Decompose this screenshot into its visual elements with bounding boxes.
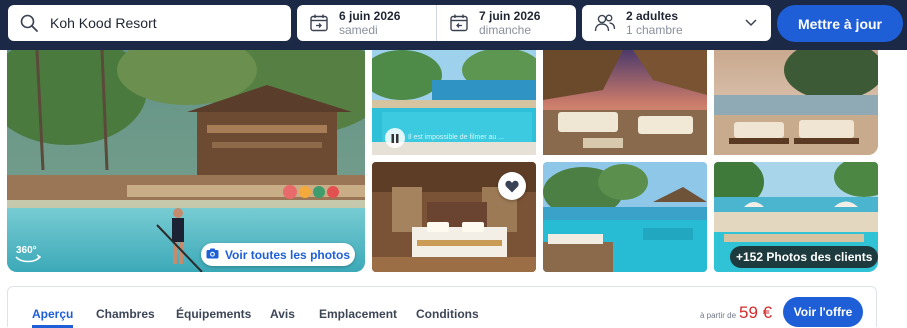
guests-icon (594, 13, 616, 33)
calendar-checkin-icon (309, 13, 329, 33)
tab-avis[interactable]: Avis (270, 307, 295, 321)
video-caption: Il est impossible de filmer au ... (408, 134, 505, 141)
tab-chambres[interactable]: Chambres (96, 307, 155, 321)
search-bar: Koh Kood Resort 6 juin 2026 samedi 7 jui… (0, 0, 907, 50)
photo-sunset-lounge[interactable] (543, 50, 707, 155)
checkout-day: dimanche (479, 23, 532, 37)
search-icon (19, 13, 39, 33)
camera-icon (206, 246, 219, 264)
photo-gallery: 360° Voir toutes les photos Il est impos… (0, 50, 907, 275)
calendar-checkout-icon (449, 13, 469, 33)
section-nav: Aperçu Chambres Équipements Avis Emplace… (7, 286, 877, 328)
rooms-count: 1 chambre (626, 23, 683, 37)
update-search-button[interactable]: Mettre à jour (777, 5, 903, 42)
photo-beach-loungers[interactable] (714, 50, 878, 155)
pause-icon[interactable] (385, 128, 405, 148)
checkout-date: 7 juin 2026 (479, 9, 541, 23)
price-prefix: à partir de (700, 311, 737, 320)
photo-infinity-pool[interactable] (543, 162, 707, 272)
see-all-photos-button[interactable]: Voir toutes les photos (201, 243, 355, 266)
guests-field[interactable]: 2 adultes 1 chambre (582, 5, 771, 41)
see-offer-button[interactable]: Voir l'offre (783, 297, 863, 327)
client-photos-button[interactable]: +152 Photos des clients (730, 246, 879, 268)
checkin-field[interactable]: 6 juin 2026 samedi (297, 5, 436, 41)
tab-equipements[interactable]: Équipements (176, 307, 251, 321)
date-range-field[interactable]: 6 juin 2026 samedi 7 juin 2026 dimanche (297, 5, 576, 41)
tab-conditions[interactable]: Conditions (416, 307, 479, 321)
360-view-icon[interactable]: 360° (13, 240, 43, 266)
checkout-field[interactable]: 7 juin 2026 dimanche (436, 5, 576, 41)
tab-emplacement[interactable]: Emplacement (319, 307, 397, 321)
heart-icon[interactable] (498, 172, 526, 200)
badge-360-text: 360° (16, 245, 37, 256)
main-photo[interactable] (7, 50, 365, 272)
see-all-photos-label: Voir toutes les photos (224, 247, 351, 262)
checkin-date: 6 juin 2026 (339, 9, 401, 23)
adults-count: 2 adultes (626, 9, 679, 23)
destination-value: Koh Kood Resort (50, 15, 157, 31)
checkin-day: samedi (339, 23, 378, 37)
chevron-down-icon[interactable] (745, 17, 757, 27)
tab-apercu[interactable]: Aperçu (32, 307, 74, 328)
destination-field[interactable]: Koh Kood Resort (8, 5, 291, 41)
price-value: 59 € (739, 303, 773, 322)
